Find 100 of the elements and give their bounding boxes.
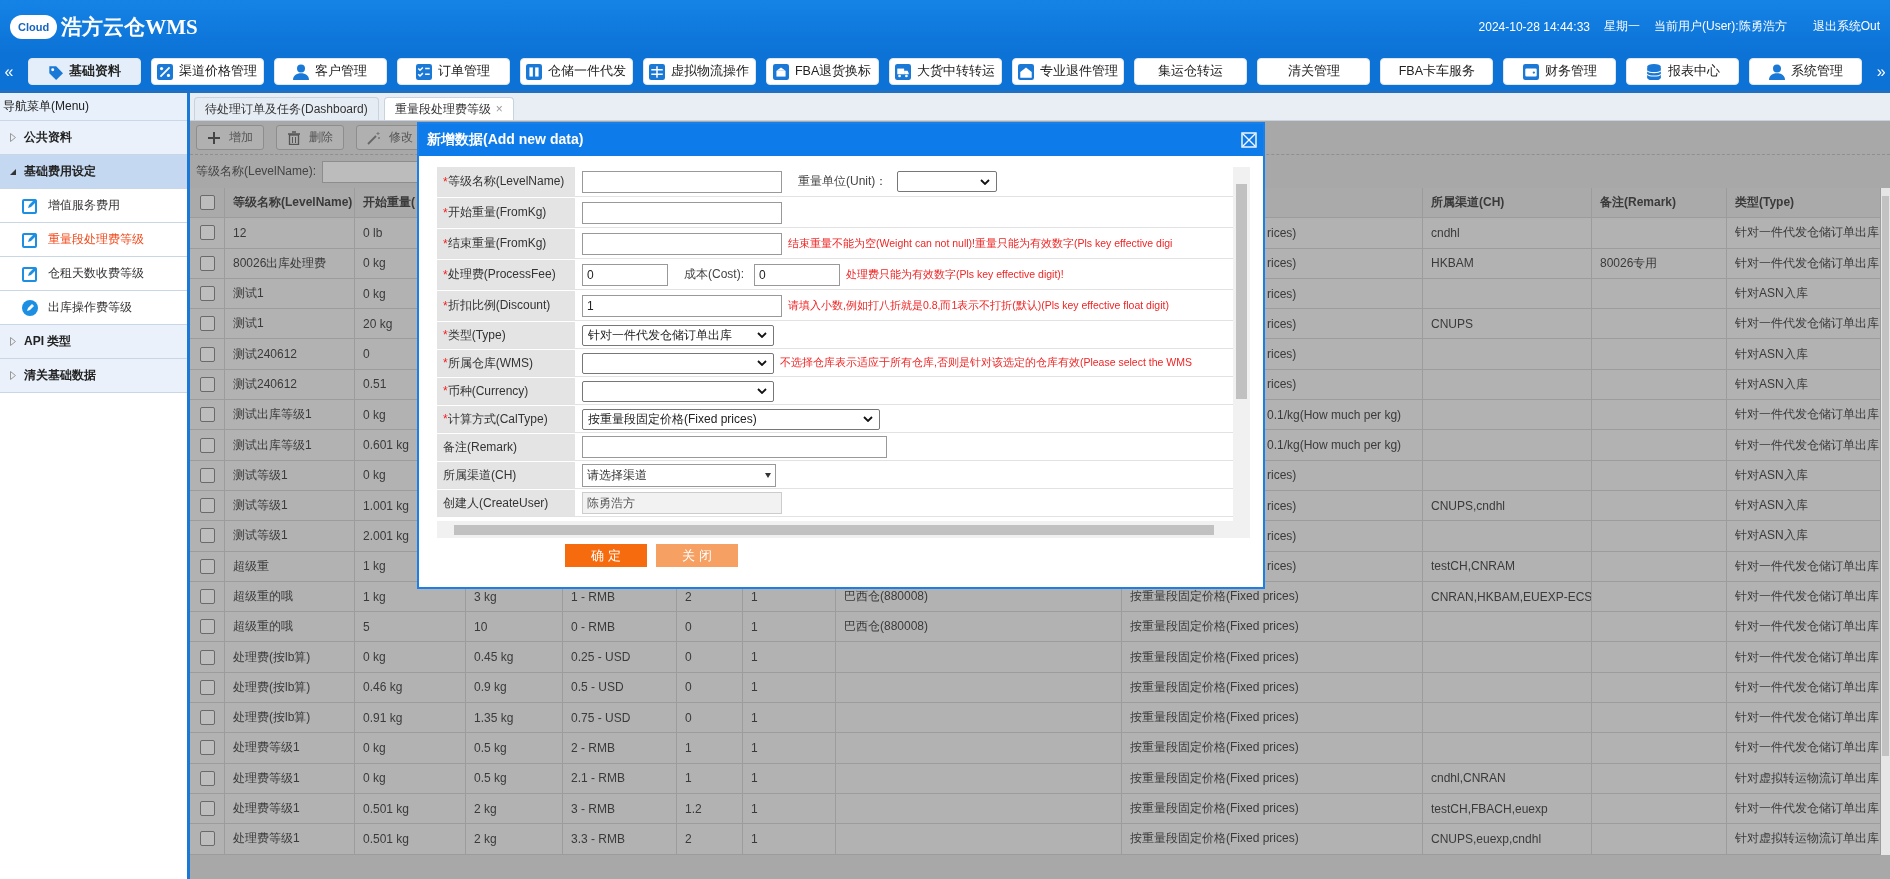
table-cell: 针对ASN入库 xyxy=(1735,497,1808,515)
menu-group[interactable]: 公共资料 xyxy=(0,121,187,155)
text-field[interactable] xyxy=(582,436,887,458)
menu-item[interactable]: 增值服务费用 xyxy=(0,189,187,223)
table-cell: 2 xyxy=(685,589,692,604)
table-cell: 1.001 kg xyxy=(363,498,410,513)
table-cell: 测试240612 xyxy=(233,375,298,393)
table-cell: 处理费等级1 xyxy=(233,800,300,818)
table-cell: 1 xyxy=(685,771,692,786)
checkbox[interactable] xyxy=(199,679,215,695)
checkbox[interactable] xyxy=(199,498,215,514)
table-cell: 1 xyxy=(685,741,692,755)
checkbox[interactable] xyxy=(199,528,215,544)
menu-group[interactable]: API 类型 xyxy=(0,325,187,359)
scrollbar[interactable] xyxy=(1881,188,1890,855)
nav-tab[interactable]: 基础资料 xyxy=(27,58,141,85)
checkbox[interactable] xyxy=(199,225,215,241)
scroll-left-button[interactable]: « xyxy=(0,62,18,81)
menu-group[interactable]: 基础费用设定 xyxy=(0,155,187,189)
nav-tab[interactable]: FBA卡车服务 xyxy=(1380,58,1494,85)
close-icon[interactable] xyxy=(1241,132,1257,148)
toolbar-button[interactable]: 删除 xyxy=(276,125,344,150)
select-field[interactable]: 请选择渠道 xyxy=(582,463,776,487)
column-header: 所属渠道(CH) xyxy=(1431,194,1505,212)
menu-item[interactable]: 仓租天数收费等级 xyxy=(0,257,187,291)
nav-tab[interactable]: 客户管理 xyxy=(273,58,387,85)
nav-tab[interactable]: 清关管理 xyxy=(1257,58,1371,85)
checklist-icon xyxy=(416,63,433,80)
checkbox[interactable] xyxy=(199,376,215,392)
checkbox[interactable] xyxy=(199,589,215,604)
checkbox[interactable] xyxy=(199,831,215,847)
select-field[interactable]: 针对一件代发仓储订单出库 xyxy=(582,324,774,346)
table-cell: rices) xyxy=(1267,256,1297,271)
select-field[interactable] xyxy=(897,171,998,192)
menu-group[interactable]: 清关基础数据 xyxy=(0,359,187,393)
nav-tab[interactable]: 订单管理 xyxy=(396,58,510,85)
page-tab[interactable]: 待处理订单及任务(Dashboard) xyxy=(194,97,379,120)
text-field[interactable] xyxy=(582,232,782,255)
text-field[interactable]: 陈勇浩方 xyxy=(582,492,782,514)
checkbox[interactable] xyxy=(199,467,215,483)
page-tab[interactable]: 重量段处理费等级 × xyxy=(383,97,514,120)
table-cell: CNRAN,HKBAM,EUEXP-ECS xyxy=(1431,589,1591,604)
select-field[interactable] xyxy=(582,380,774,402)
text-field[interactable]: 0 xyxy=(582,263,668,286)
table-cell: 测试等级1 xyxy=(233,527,288,545)
table-cell: rices) xyxy=(1267,286,1297,301)
nav-tab[interactable]: 财务管理 xyxy=(1503,58,1617,85)
table-cell: 按重量段固定价格(Fixed prices) xyxy=(1130,618,1299,636)
checkbox[interactable] xyxy=(199,770,215,786)
checkbox[interactable] xyxy=(199,346,215,362)
table-cell: 80026专用 xyxy=(1600,254,1658,272)
toolbar-button[interactable]: 增加 xyxy=(196,125,264,150)
nav-tab[interactable]: 专业退件管理 xyxy=(1011,58,1125,85)
text-field[interactable]: 1 xyxy=(582,294,782,317)
checkbox[interactable] xyxy=(199,649,215,665)
nav-tab[interactable]: 仓储一件代发 xyxy=(519,58,633,85)
nav-tab[interactable]: 渠道价格管理 xyxy=(150,58,264,85)
table-cell: 针对ASN入库 xyxy=(1735,285,1808,303)
scroll-right-button[interactable]: » xyxy=(1872,62,1890,81)
checkbox[interactable] xyxy=(199,619,215,635)
text-field[interactable] xyxy=(582,170,782,193)
checkbox[interactable] xyxy=(199,255,215,271)
checkbox[interactable] xyxy=(199,801,215,817)
table-cell: 0 xyxy=(685,680,692,695)
select-field[interactable] xyxy=(582,352,774,374)
nav-tab[interactable]: 大货中转转运 xyxy=(888,58,1002,85)
field-label: 重量单位(Unit)： xyxy=(798,173,888,190)
nav-tab[interactable]: 集运仓转运 xyxy=(1134,58,1248,85)
grid-icon xyxy=(649,63,666,80)
table-cell: 巴西仓(880008) xyxy=(844,618,929,636)
nav-tab[interactable]: 报表中心 xyxy=(1626,58,1740,85)
table-cell: 0.5 kg xyxy=(474,771,507,786)
table-cell: 1 xyxy=(751,650,758,665)
text-field[interactable] xyxy=(582,201,782,224)
checkbox[interactable] xyxy=(199,316,215,332)
logout-link[interactable]: 退出系统Out xyxy=(1812,18,1880,35)
error-message: 处理费只能为有效数字(Pls key effective digit)! xyxy=(846,267,1064,282)
error-message: 不选择仓库表示适应于所有仓库,否则是针对该选定的仓库有效(Please select the WMS xyxy=(780,356,1192,370)
table-cell: 0 kg xyxy=(363,407,386,422)
dialog-title: 新增数据(Add new data) xyxy=(427,131,584,149)
checkbox[interactable] xyxy=(199,286,215,302)
nav-tab[interactable]: 虚拟物流操作 xyxy=(642,58,756,85)
scrollbar[interactable] xyxy=(1233,167,1250,521)
column-header: 类型(Type) xyxy=(1735,194,1795,212)
checkbox[interactable] xyxy=(199,195,215,211)
checkbox[interactable] xyxy=(199,740,215,756)
checkbox[interactable] xyxy=(199,558,215,574)
nav-tab[interactable]: FBA退货换标 xyxy=(765,58,879,85)
select-field[interactable]: 按重量段固定价格(Fixed prices) xyxy=(582,408,880,430)
nav-tab[interactable]: 系统管理 xyxy=(1749,58,1863,85)
table-cell: 针对虚拟转运物流订单出库 xyxy=(1735,830,1879,848)
text-field[interactable]: 0 xyxy=(754,263,840,286)
table-cell: 2 - RMB xyxy=(571,741,615,755)
checkbox[interactable] xyxy=(199,407,215,423)
user-icon xyxy=(1768,63,1785,80)
checkbox[interactable] xyxy=(199,437,215,453)
checkbox[interactable] xyxy=(199,710,215,726)
table-cell: 处理费(按lb算) xyxy=(233,678,311,696)
scrollbar[interactable] xyxy=(437,521,1250,538)
menu-item[interactable]: 重量段处理费等级 xyxy=(0,223,187,257)
